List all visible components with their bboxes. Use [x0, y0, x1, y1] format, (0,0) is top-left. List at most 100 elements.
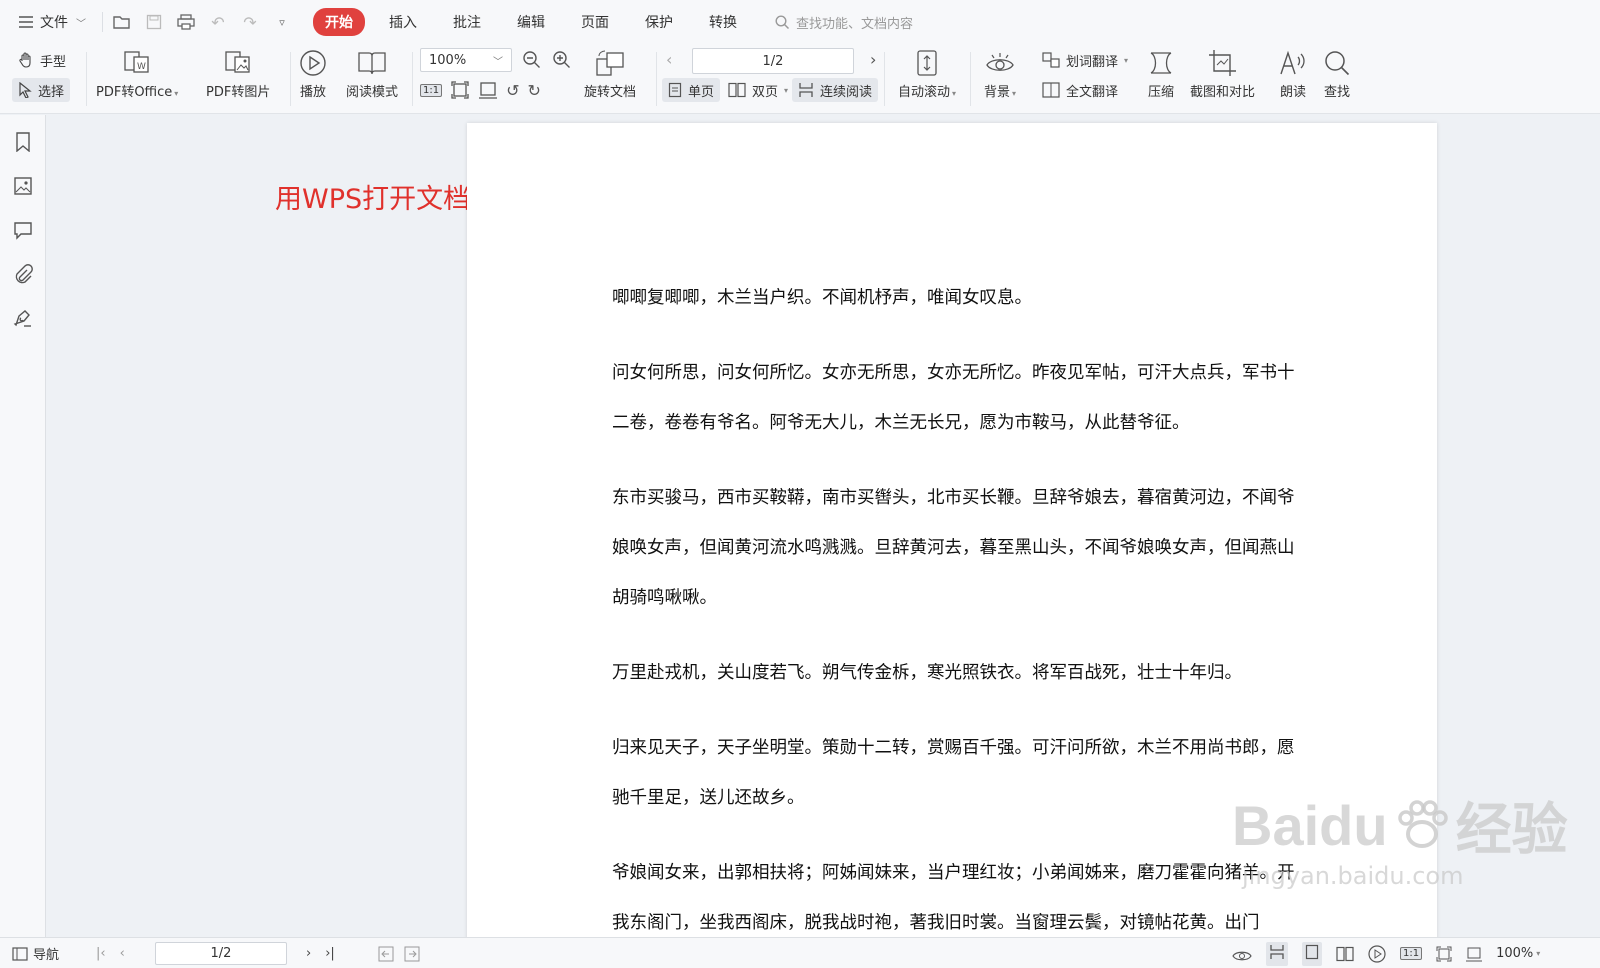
file-menu[interactable]: 文件 ﹀: [12, 7, 92, 37]
tab-start[interactable]: 开始: [313, 8, 365, 36]
continuous-read-icon: [799, 83, 813, 97]
redo-icon[interactable]: ↷: [241, 13, 259, 32]
paragraph: 爷娘闻女来，出郭相扶将；阿姊闻妹来，当户理红妆；小弟闻姊来，磨刀霍霍向猪羊。开我…: [612, 863, 1295, 933]
document-text: 唧唧复唧唧，木兰当户织。不闻机杼声，唯闻女叹息。 问女何所思，问女何所忆。女亦无…: [612, 273, 1302, 937]
play-button[interactable]: 播放: [298, 48, 328, 100]
watermark-brand-cn: 经验: [1455, 798, 1568, 861]
tab-protect[interactable]: 保护: [633, 8, 685, 36]
document-canvas[interactable]: 用WPS打开文档 唧唧复唧唧，木兰当户织。不闻机杼声，唯闻女叹息。 问女何所思，…: [47, 115, 1600, 937]
rotate-left-icon[interactable]: ↺: [506, 81, 519, 100]
status-zoom-value: 100%: [1496, 946, 1534, 961]
eye-icon: [986, 53, 1014, 71]
screenshot-compare-label: 截图和对比: [1190, 85, 1256, 100]
rotate-document-label: 旋转文档: [584, 85, 637, 100]
previous-view-icon[interactable]: [378, 946, 394, 962]
cursor-arrow-icon: [19, 82, 32, 98]
single-page-view-icon[interactable]: [1302, 941, 1322, 966]
tab-annotate[interactable]: 批注: [441, 8, 493, 36]
full-translate-button[interactable]: 全文翻译: [1036, 78, 1124, 102]
save-icon[interactable]: [145, 13, 163, 31]
auto-scroll-label: 自动滚动: [898, 85, 951, 100]
read-aloud-icon: [1280, 50, 1305, 75]
continuous-read-label: 连续阅读: [820, 84, 873, 100]
fit-page-icon[interactable]: [1436, 946, 1452, 962]
previous-page-icon[interactable]: ‹: [666, 50, 672, 69]
signature-icon[interactable]: [12, 307, 34, 329]
select-tool-button[interactable]: 选择: [12, 78, 71, 102]
actual-size-icon[interactable]: 1:1: [420, 83, 443, 97]
next-view-icon[interactable]: [404, 946, 420, 962]
watermark-url: jingyan.baidu.com: [1242, 862, 1464, 890]
continuous-read-button[interactable]: 连续阅读: [792, 78, 879, 102]
auto-scroll-button[interactable]: 自动滚动 ▾: [898, 48, 956, 100]
customize-dropdown-icon[interactable]: ▿: [273, 13, 291, 31]
screenshot-compare-button[interactable]: 截图和对比: [1190, 48, 1255, 100]
tab-edit[interactable]: 编辑: [505, 8, 557, 36]
paragraph: 归来见天子，天子坐明堂。策勋十二转，赏赐百千强。可汗问所欲，木兰不用尚书郎，愿驰…: [612, 738, 1295, 808]
divider: [86, 52, 87, 106]
read-aloud-button[interactable]: 朗读: [1278, 48, 1308, 100]
hand-tool-button[interactable]: 手型: [12, 48, 72, 72]
zoom-out-icon[interactable]: [522, 50, 542, 70]
next-page-icon[interactable]: ›: [306, 946, 311, 961]
find-button[interactable]: 查找: [1322, 48, 1352, 100]
last-page-icon[interactable]: ›|: [325, 946, 335, 961]
ribbon-tabs: 开始 插入 批注 编辑 页面 保护 转换: [313, 8, 749, 36]
page-number-input[interactable]: 1/2: [692, 48, 854, 74]
rotate-right-icon[interactable]: ↻: [528, 81, 541, 100]
next-page-icon[interactable]: ›: [870, 50, 876, 69]
fit-page-icon[interactable]: [450, 80, 470, 100]
word-translate-button[interactable]: 划词翻译 ▾: [1036, 48, 1134, 72]
comment-icon[interactable]: [12, 219, 34, 241]
feature-search[interactable]: 查找功能、文档内容: [775, 13, 913, 32]
open-book-icon: [358, 52, 386, 75]
fit-width-icon[interactable]: [1466, 946, 1483, 962]
fit-width-icon[interactable]: [478, 80, 498, 100]
left-sidebar: [0, 115, 46, 937]
find-label: 查找: [1323, 85, 1350, 100]
compress-button[interactable]: 压缩: [1146, 48, 1176, 100]
double-page-icon: [728, 82, 746, 98]
select-tool-label: 选择: [38, 84, 65, 100]
paragraph: 唧唧复唧唧，木兰当户织。不闻机杼声，唯闻女叹息。: [612, 288, 1032, 308]
pdf-to-office-button[interactable]: W PDF转Office ▾: [96, 48, 178, 100]
actual-size-icon[interactable]: 1:1: [1400, 947, 1423, 960]
background-button[interactable]: 背景 ▾: [984, 48, 1016, 100]
status-zoom-select[interactable]: 100% ▾: [1496, 946, 1540, 961]
tab-convert[interactable]: 转换: [697, 8, 749, 36]
tab-page[interactable]: 页面: [569, 8, 621, 36]
open-folder-icon[interactable]: [113, 13, 131, 31]
pdf-to-image-icon: [225, 51, 250, 73]
play-icon[interactable]: [1368, 944, 1386, 963]
pdf-to-image-label: PDF转图片: [206, 85, 271, 100]
tab-insert[interactable]: 插入: [377, 8, 429, 36]
rotate-document-button[interactable]: 旋转文档: [584, 48, 636, 100]
attachment-icon[interactable]: [12, 263, 34, 285]
compress-icon: [1150, 52, 1172, 74]
thumbnail-image-icon[interactable]: [12, 175, 34, 197]
zoom-in-icon[interactable]: [552, 50, 572, 70]
double-page-button[interactable]: 双页 ▾: [722, 78, 794, 102]
navigation-toggle[interactable]: 导航: [12, 938, 59, 968]
divider: [970, 52, 971, 106]
full-translate-label: 全文翻译: [1066, 84, 1119, 100]
zoom-select[interactable]: 100% ﹀: [420, 48, 512, 72]
rotate-document-icon: [596, 50, 624, 76]
undo-icon[interactable]: ↶: [209, 13, 227, 32]
single-page-button[interactable]: 单页: [662, 78, 721, 102]
status-page-input[interactable]: 1/2: [155, 942, 287, 965]
divider: [884, 52, 885, 106]
previous-page-icon[interactable]: ‹: [120, 946, 125, 961]
double-page-view-icon[interactable]: [1336, 946, 1354, 962]
hand-tool-label: 手型: [40, 54, 67, 70]
bookmark-icon[interactable]: [12, 131, 34, 153]
print-icon[interactable]: [177, 13, 195, 31]
continuous-view-icon[interactable]: [1266, 941, 1288, 966]
single-page-label: 单页: [688, 84, 715, 100]
menu-bar: 文件 ﹀ ↶ ↷ ▿ 开始 插入 批注 编辑 页面 保护 转换 查找功能、文档内…: [0, 0, 1600, 44]
pdf-to-image-button[interactable]: PDF转图片: [206, 48, 270, 100]
eye-icon[interactable]: [1232, 946, 1252, 962]
caret-down-icon: ▾: [952, 89, 957, 98]
read-mode-button[interactable]: 阅读模式: [346, 48, 398, 100]
first-page-icon[interactable]: |‹: [96, 946, 106, 961]
